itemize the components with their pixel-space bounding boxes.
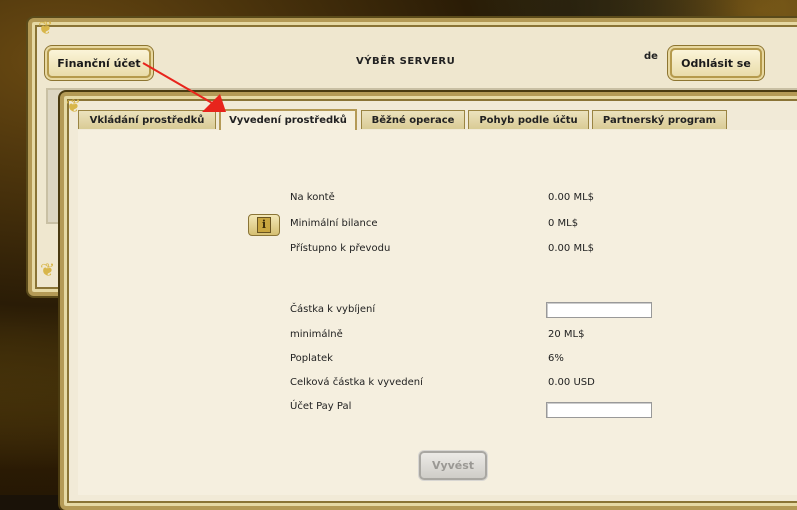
annotation-arrow-icon — [142, 62, 226, 112]
